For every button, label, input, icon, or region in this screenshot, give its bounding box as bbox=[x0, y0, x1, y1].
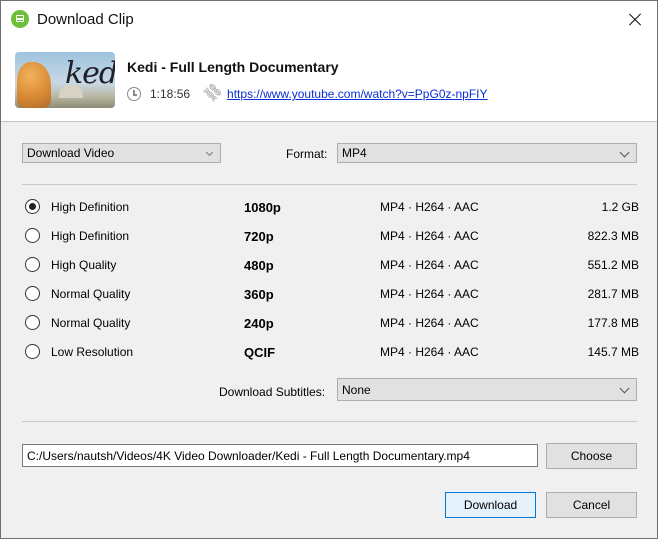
quality-codec: MP4 · H264 · AAC bbox=[380, 200, 479, 214]
quality-resolution: 240p bbox=[244, 316, 274, 331]
radio-button[interactable] bbox=[25, 344, 40, 359]
quality-resolution: 480p bbox=[244, 258, 274, 273]
quality-resolution: 720p bbox=[244, 229, 274, 244]
quality-label: High Quality bbox=[51, 258, 117, 272]
quality-label: High Definition bbox=[51, 200, 130, 214]
download-clip-dialog: Download Clip kedi Kedi - Full Length Do… bbox=[0, 0, 658, 539]
radio-button[interactable] bbox=[25, 286, 40, 301]
output-path-input[interactable] bbox=[22, 444, 538, 467]
quality-size: 1.2 GB bbox=[601, 200, 639, 214]
video-thumbnail: kedi bbox=[15, 52, 115, 108]
thumbnail-logo: kedi bbox=[65, 56, 115, 91]
quality-resolution: QCIF bbox=[244, 345, 276, 360]
video-duration: 1:18:56 bbox=[150, 87, 191, 101]
quality-option[interactable]: High Definition 720p MP4 · H264 · AAC 822.3… bbox=[25, 226, 639, 246]
quality-label: Normal Quality bbox=[51, 287, 131, 301]
quality-codec: MP4 · H264 · AAC bbox=[380, 229, 479, 243]
quality-resolution: 1080p bbox=[244, 200, 281, 215]
close-icon[interactable] bbox=[611, 1, 657, 39]
quality-option[interactable]: High Quality 480p MP4 · H264 · AAC 551.2 MB bbox=[25, 255, 639, 275]
cancel-button[interactable]: Cancel bbox=[546, 492, 637, 518]
quality-option[interactable]: High Definition 1080p MP4 · H264 · AAC 1.2 … bbox=[25, 197, 639, 217]
radio-button[interactable] bbox=[25, 315, 40, 330]
format-value: MP4 bbox=[342, 146, 367, 160]
thumbnail-cat bbox=[17, 62, 51, 108]
radio-button[interactable] bbox=[25, 228, 40, 243]
quality-codec: MP4 · H264 · AAC bbox=[380, 316, 479, 330]
title-bar: Download Clip bbox=[1, 1, 657, 39]
quality-option[interactable]: Normal Quality 240p MP4 · H264 · AAC 177.8 … bbox=[25, 313, 639, 333]
radio-button[interactable] bbox=[25, 257, 40, 272]
quality-option[interactable]: Normal Quality 360p MP4 · H264 · AAC 281.7 … bbox=[25, 284, 639, 304]
radio-button[interactable] bbox=[25, 199, 40, 214]
chevron-down-icon bbox=[619, 383, 630, 394]
download-mode-value: Download Video bbox=[27, 146, 115, 160]
quality-codec: MP4 · H264 · AAC bbox=[380, 287, 479, 301]
quality-option[interactable]: Low Resolution QCIF MP4 · H264 · AAC 145.7 … bbox=[25, 342, 639, 362]
quality-resolution: 360p bbox=[244, 287, 274, 302]
divider bbox=[22, 421, 637, 422]
window-title: Download Clip bbox=[37, 11, 134, 28]
video-title: Kedi - Full Length Documentary bbox=[127, 59, 339, 75]
format-label: Format: bbox=[286, 147, 328, 161]
quality-size: 822.3 MB bbox=[587, 229, 639, 243]
quality-size: 177.8 MB bbox=[587, 316, 639, 330]
dialog-header: Download Clip kedi Kedi - Full Length Do… bbox=[1, 1, 657, 122]
video-url-link[interactable]: https://www.youtube.com/watch?v=PpG0z-np… bbox=[227, 87, 487, 101]
clock-icon bbox=[127, 87, 141, 101]
download-mode-select[interactable]: Download Video bbox=[22, 143, 221, 163]
download-button[interactable]: Download bbox=[445, 492, 536, 518]
quality-codec: MP4 · H264 · AAC bbox=[380, 258, 479, 272]
subtitles-select[interactable]: None bbox=[337, 378, 637, 401]
quality-label: Normal Quality bbox=[51, 316, 131, 330]
divider bbox=[22, 184, 637, 185]
chevron-down-icon bbox=[205, 148, 214, 157]
quality-label: Low Resolution bbox=[51, 345, 134, 359]
subtitles-value: None bbox=[342, 383, 371, 397]
quality-size: 145.7 MB bbox=[587, 345, 639, 359]
chevron-down-icon bbox=[619, 147, 630, 158]
quality-size: 281.7 MB bbox=[587, 287, 639, 301]
app-icon bbox=[11, 10, 29, 28]
quality-codec: MP4 · H264 · AAC bbox=[380, 345, 479, 359]
format-select[interactable]: MP4 bbox=[337, 143, 637, 163]
quality-label: High Definition bbox=[51, 229, 130, 243]
link-icon: ⛓ bbox=[200, 79, 226, 106]
choose-button[interactable]: Choose bbox=[546, 443, 637, 469]
quality-size: 551.2 MB bbox=[587, 258, 639, 272]
video-meta: 1:18:56 ⛓ https://www.youtube.com/watch?… bbox=[127, 79, 488, 106]
subtitles-label: Download Subtitles: bbox=[219, 385, 326, 399]
